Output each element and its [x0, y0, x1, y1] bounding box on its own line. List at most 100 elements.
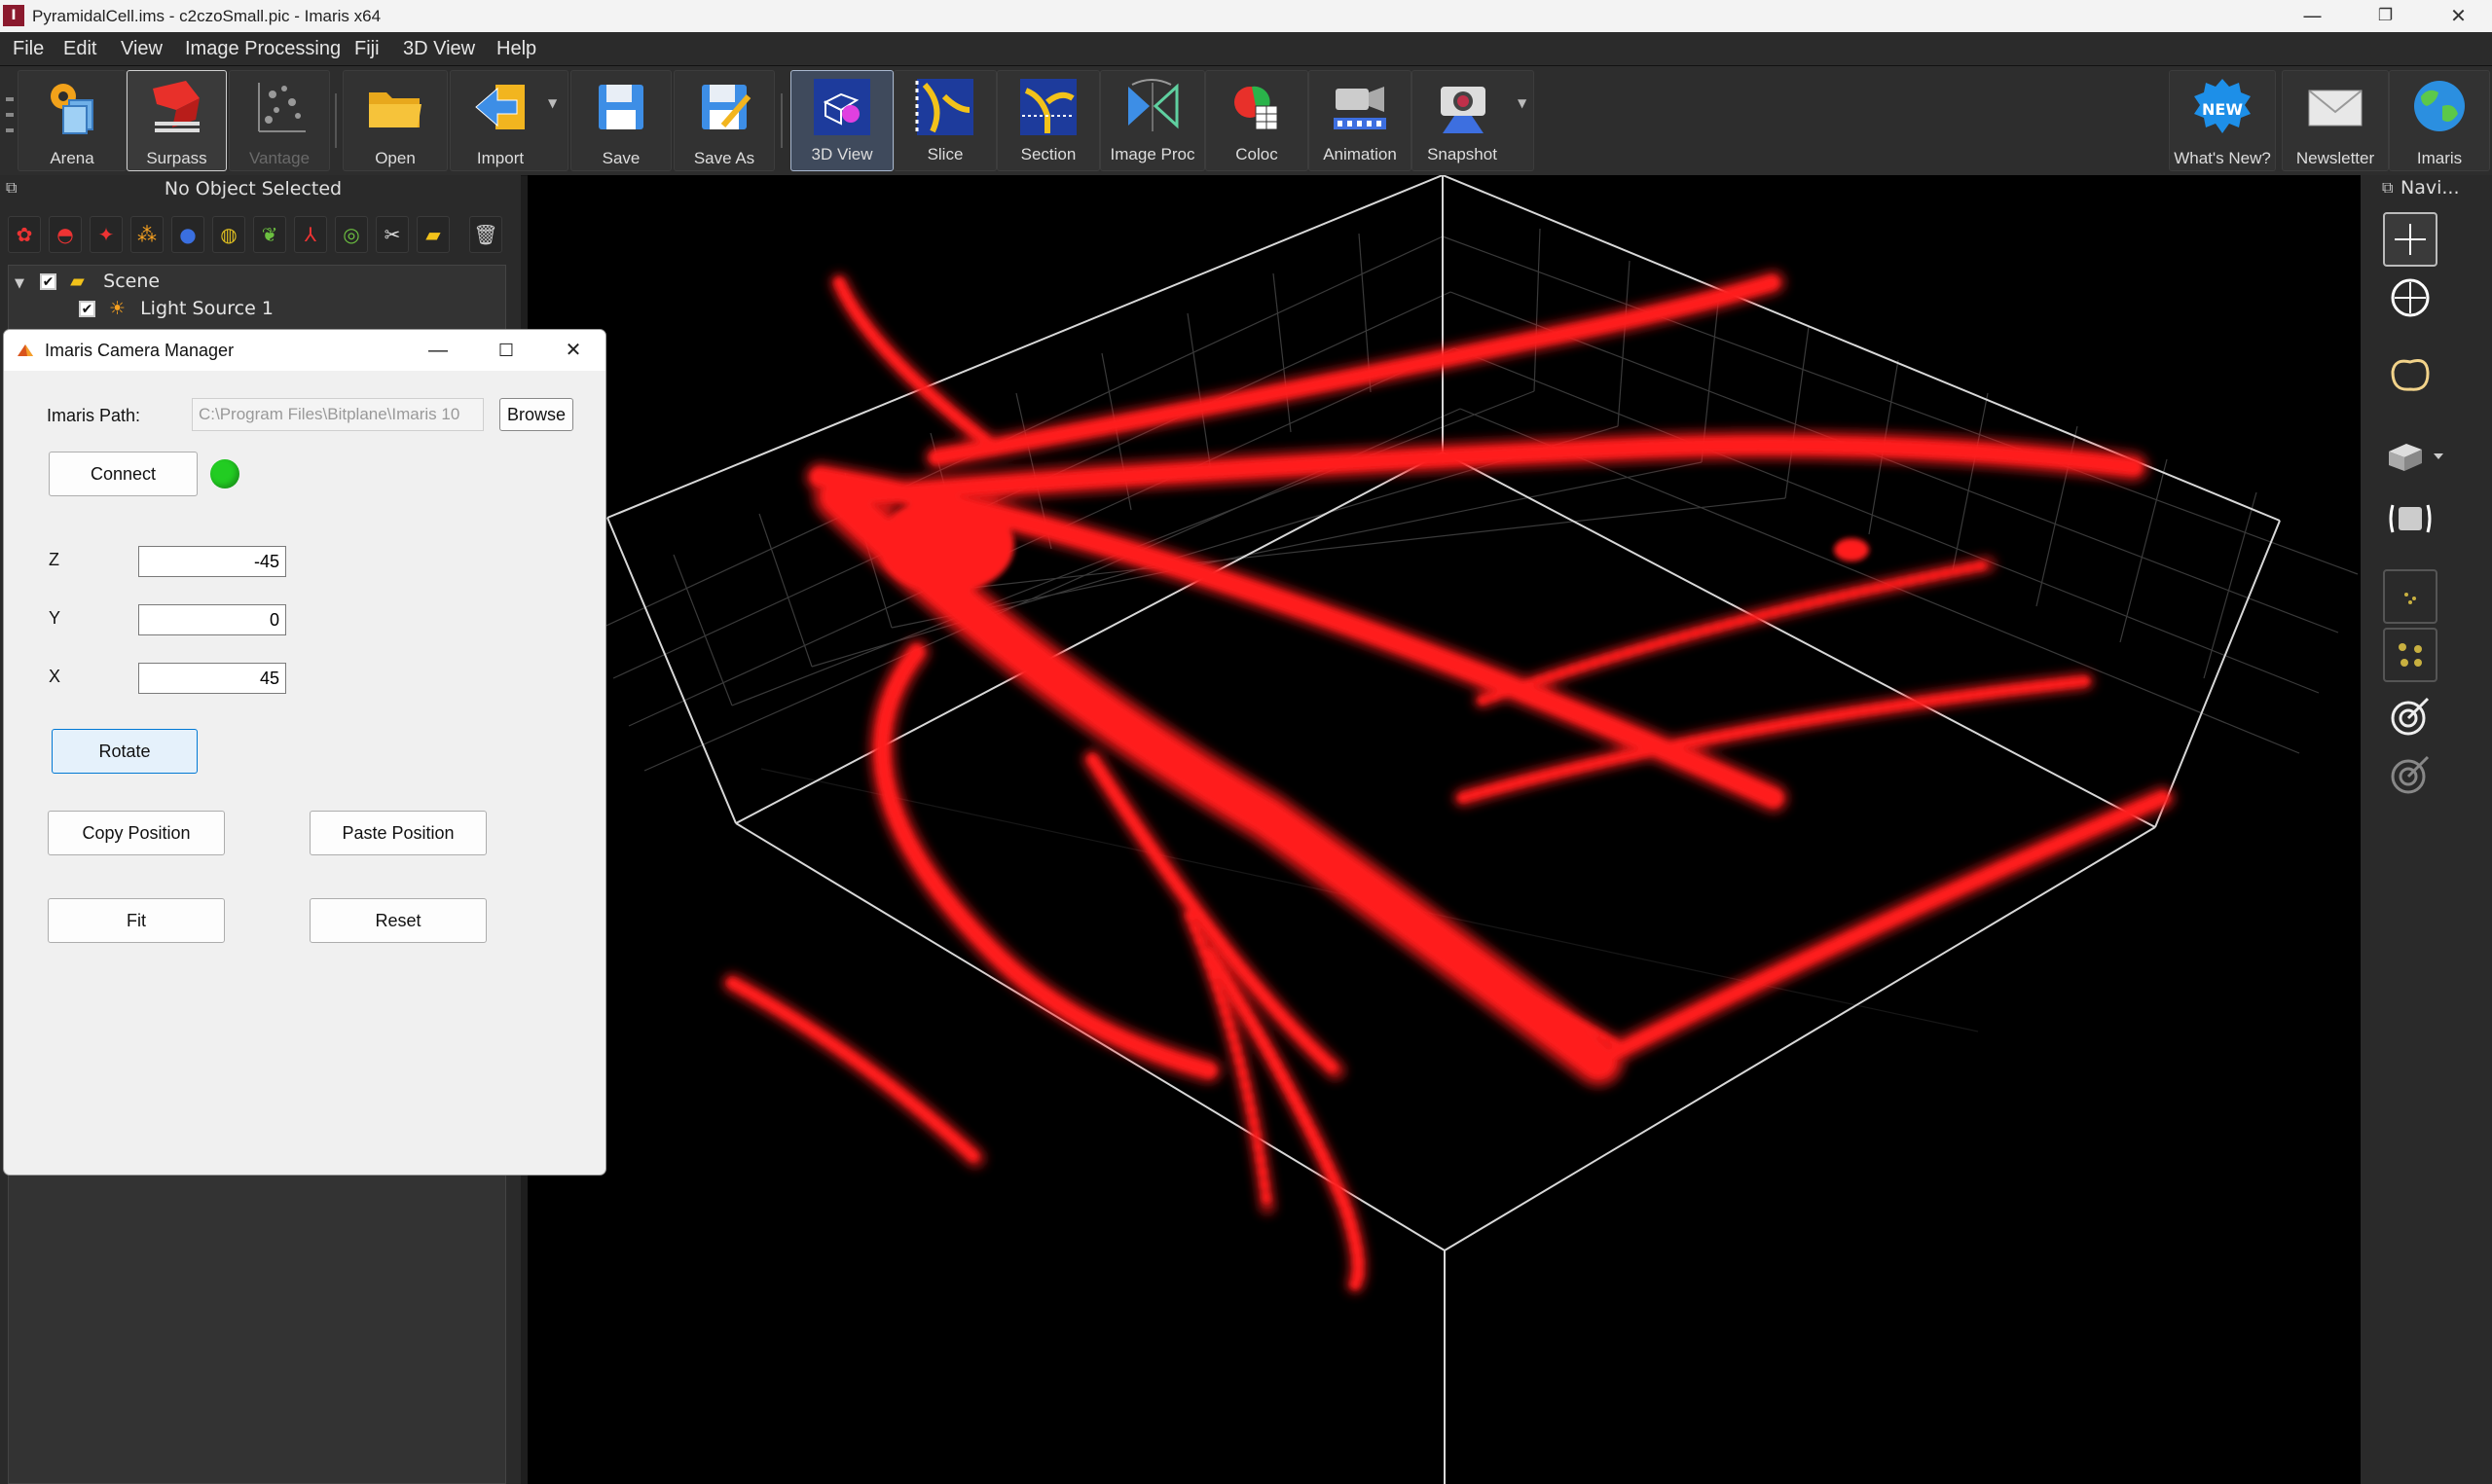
- fit-view-button[interactable]: [2383, 491, 2437, 546]
- save-as-button[interactable]: Save As: [674, 70, 775, 171]
- pick-target-disabled-button[interactable]: [2383, 747, 2437, 802]
- animation-button[interactable]: Animation: [1308, 70, 1411, 171]
- measurement-points-icon[interactable]: ◎: [335, 216, 368, 253]
- snapshot-dropdown-icon[interactable]: ▼: [1518, 96, 1526, 110]
- newsletter-label: Newsletter: [2295, 149, 2375, 167]
- target-arrow-icon: [2391, 697, 2430, 736]
- vantage-label: Vantage: [248, 149, 311, 167]
- crosshair-icon: [2395, 224, 2426, 255]
- reset-button[interactable]: Reset: [310, 898, 487, 943]
- arena-button[interactable]: Arena: [18, 70, 127, 171]
- volume-rendering[interactable]: [528, 175, 2361, 1484]
- color-palette-icon[interactable]: ◍: [212, 216, 245, 253]
- reference-frame-icon[interactable]: ⅄: [294, 216, 327, 253]
- tree-item-scene[interactable]: ▼ ✔ ▰ Scene: [15, 268, 160, 295]
- y-rotation-input[interactable]: [138, 604, 286, 635]
- window-title: PyramidalCell.ims - c2czoSmall.pic - Ima…: [32, 7, 382, 25]
- import-icon: [475, 85, 525, 129]
- surfaces-object-icon[interactable]: ◓: [49, 216, 82, 253]
- coloc-button[interactable]: Coloc: [1205, 70, 1308, 171]
- slice-button[interactable]: Slice: [894, 70, 997, 171]
- surpass-button[interactable]: Surpass: [127, 70, 227, 171]
- rotate-button[interactable]: Rotate: [52, 729, 198, 774]
- matlab-icon: [18, 344, 33, 356]
- arena-label: Arena: [50, 149, 94, 167]
- trash-icon[interactable]: 🗑: [469, 216, 502, 253]
- menu-edit[interactable]: Edit: [63, 32, 96, 65]
- window-titlebar: I PyramidalCell.ims - c2czoSmall.pic - I…: [0, 0, 2492, 32]
- select-mode-button[interactable]: [2383, 348, 2437, 403]
- connection-status-indicator: [210, 459, 239, 489]
- volume-object-icon[interactable]: ✿: [8, 216, 41, 253]
- filaments-object-icon[interactable]: ✦: [90, 216, 123, 253]
- menu-3d-view[interactable]: 3D View: [403, 32, 475, 65]
- imaris-path-field[interactable]: [192, 398, 484, 431]
- blob-select-icon: [2391, 359, 2430, 391]
- close-button[interactable]: ✕: [2422, 0, 2492, 32]
- sun-icon: ☀: [109, 298, 127, 319]
- menu-fiji[interactable]: Fiji: [354, 32, 380, 65]
- camera-manager-dialog: Imaris Camera Manager — ☐ ✕ Imaris Path:…: [3, 329, 606, 1176]
- fit-button[interactable]: Fit: [48, 898, 225, 943]
- x-rotation-input[interactable]: [138, 663, 286, 694]
- browse-button[interactable]: Browse: [499, 398, 573, 431]
- coloc-icon: [1234, 86, 1278, 130]
- toolbar-grip-icon[interactable]: [4, 95, 16, 144]
- dialog-close-button[interactable]: ✕: [544, 330, 603, 371]
- spots-large-button[interactable]: [2383, 628, 2437, 682]
- navigate-mode-button[interactable]: [2383, 212, 2437, 267]
- 3d-viewer-canvas[interactable]: [528, 175, 2361, 1484]
- pick-target-button[interactable]: [2383, 689, 2437, 743]
- clipping-plane-icon[interactable]: ✂: [376, 216, 409, 253]
- target-arrow-dim-icon: [2391, 755, 2430, 794]
- save-button[interactable]: Save: [570, 70, 672, 171]
- projection-button[interactable]: [2383, 432, 2453, 487]
- import-dropdown-icon[interactable]: ▼: [548, 96, 557, 110]
- spots-filter-button[interactable]: [2383, 569, 2437, 624]
- import-label: Import: [476, 149, 525, 167]
- neuron-volume-core: [727, 275, 2169, 1289]
- 3d-view-button[interactable]: 3D View: [790, 70, 894, 171]
- section-button[interactable]: Section: [997, 70, 1100, 171]
- save-as-label: Save As: [693, 149, 755, 167]
- scene-visibility-checkbox[interactable]: ✔: [40, 273, 57, 290]
- tree-item-light-source[interactable]: ✔ ☀ Light Source 1: [79, 295, 274, 322]
- menu-view[interactable]: View: [121, 32, 163, 65]
- tree-item-label: Scene: [103, 271, 161, 292]
- imaris-button[interactable]: Imaris: [2389, 70, 2490, 171]
- dialog-maximize-button[interactable]: ☐: [477, 330, 535, 371]
- menu-file[interactable]: File: [13, 32, 44, 65]
- whats-new-button[interactable]: NEW What's New?: [2169, 70, 2276, 171]
- surpass-label: Surpass: [146, 149, 207, 167]
- z-rotation-input[interactable]: [138, 546, 286, 577]
- group-folder-icon[interactable]: ▰: [417, 216, 450, 253]
- leaf-object-icon[interactable]: ❦: [253, 216, 286, 253]
- newsletter-button[interactable]: Newsletter: [2282, 70, 2389, 171]
- snapshot-button[interactable]: Snapshot ▼: [1411, 70, 1534, 171]
- maximize-button[interactable]: ❐: [2349, 0, 2422, 32]
- vantage-button[interactable]: Vantage: [229, 70, 330, 171]
- connect-button[interactable]: Connect: [49, 452, 198, 496]
- section-label: Section: [1020, 145, 1077, 163]
- open-label: Open: [375, 149, 416, 167]
- menu-image-processing[interactable]: Image Processing: [185, 32, 341, 65]
- cells-object-icon[interactable]: ●: [171, 216, 204, 253]
- import-button[interactable]: Import ▼: [450, 70, 568, 171]
- spots-object-icon[interactable]: ⁂: [130, 216, 164, 253]
- collapse-icon[interactable]: ▼: [15, 271, 34, 298]
- menu-help[interactable]: Help: [496, 32, 536, 65]
- copy-position-button[interactable]: Copy Position: [48, 811, 225, 855]
- dialog-minimize-button[interactable]: —: [409, 330, 467, 371]
- paste-position-button[interactable]: Paste Position: [310, 811, 487, 855]
- folder-open-icon: [369, 92, 421, 127]
- save-label: Save: [602, 149, 641, 167]
- image-proc-button[interactable]: Image Proc: [1100, 70, 1205, 171]
- light-visibility-checkbox[interactable]: ✔: [79, 301, 95, 317]
- open-button[interactable]: Open: [343, 70, 448, 171]
- dots-large-icon: [2399, 643, 2422, 667]
- undock-icon[interactable]: ⧉: [2382, 178, 2393, 198]
- minimize-button[interactable]: —: [2276, 0, 2349, 32]
- menu-bar: File Edit View Image Processing Fiji 3D …: [0, 32, 2492, 66]
- center-view-button[interactable]: [2383, 271, 2437, 325]
- vantage-icon: [258, 83, 306, 132]
